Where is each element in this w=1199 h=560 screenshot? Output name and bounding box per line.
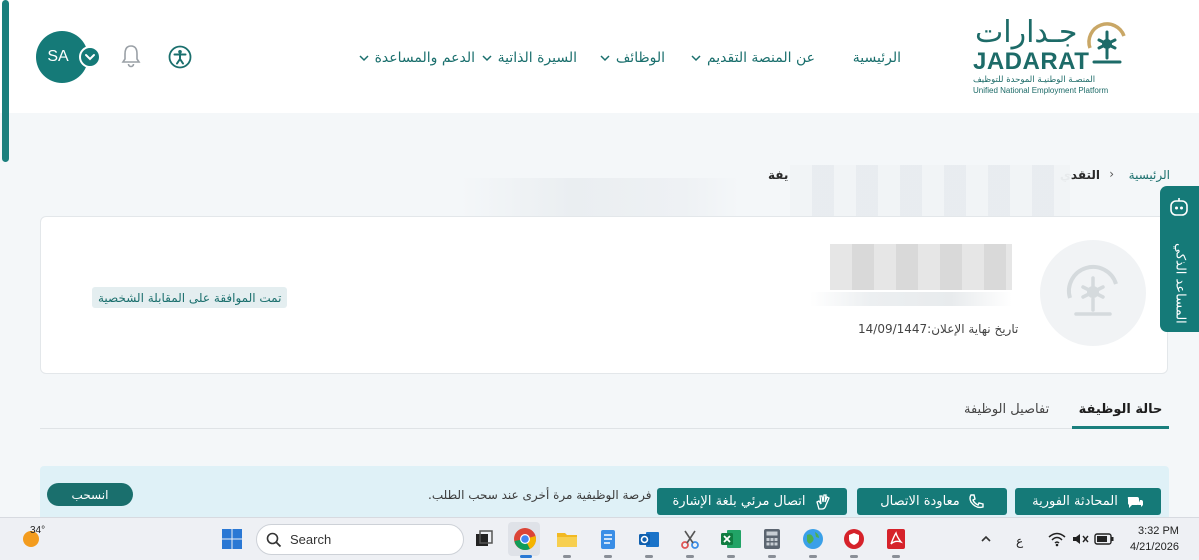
breadcrumb-home[interactable]: الرئيسية	[1129, 168, 1170, 182]
running-indicator	[727, 555, 735, 558]
chevron-down-icon	[482, 55, 492, 62]
running-indicator	[809, 555, 817, 558]
clock-date[interactable]: 4/21/2026	[1130, 541, 1179, 553]
outlook-icon[interactable]	[637, 527, 661, 551]
breadcrumb-separator: ›	[1109, 167, 1114, 181]
chevron-down-icon	[600, 55, 610, 62]
search-icon	[266, 532, 282, 548]
running-indicator	[520, 555, 532, 558]
clock-time[interactable]: 3:32 PM	[1138, 525, 1179, 537]
nav-support[interactable]: الدعم والمساعدة	[359, 46, 475, 70]
nav-about-label: عن المنصة	[751, 50, 815, 66]
wifi-icon[interactable]	[1048, 531, 1066, 547]
chat-icon	[1127, 496, 1143, 508]
scrollbar[interactable]	[2, 0, 9, 162]
avatar-menu-button[interactable]	[79, 46, 101, 68]
weather-temperature: 34°	[30, 525, 46, 536]
live-chat-button[interactable]: المحادثة الفورية	[1015, 488, 1161, 515]
tab-job-details[interactable]: تفاصيل الوظيفة	[964, 402, 1049, 417]
nav-home-label: الرئيسية	[852, 50, 901, 66]
nav-cv[interactable]: السيرة الذاتية	[482, 46, 577, 70]
start-icon[interactable]	[220, 527, 244, 551]
snipping-tool-icon[interactable]	[678, 527, 702, 551]
nav-about[interactable]: عن المنصة	[751, 46, 815, 70]
input-language[interactable]: ع	[1016, 534, 1023, 548]
excel-icon[interactable]	[719, 527, 743, 551]
running-indicator	[892, 555, 900, 558]
logo-arabic: جـدارات	[975, 15, 1078, 50]
security-app-icon[interactable]	[842, 527, 866, 551]
bell-icon[interactable]	[120, 43, 142, 69]
nav-home[interactable]: الرئيسية	[853, 46, 901, 70]
company-emblem-icon	[1066, 264, 1118, 316]
nav-apply[interactable]: التقديم	[691, 46, 747, 70]
chevron-down-icon	[359, 55, 369, 62]
nav-apply-label: التقديم	[706, 50, 747, 66]
logo-english: JADARAT	[973, 48, 1090, 75]
running-indicator	[645, 555, 653, 558]
pdf-reader-icon[interactable]	[884, 527, 908, 551]
chevron-up-icon[interactable]	[979, 532, 993, 546]
accessibility-icon[interactable]	[168, 45, 192, 69]
nav-jobs-label: الوظائف	[615, 50, 665, 66]
taskbar-search[interactable]	[256, 524, 464, 555]
nav-support-label: الدعم والمساعدة	[374, 50, 475, 66]
sign-language-button[interactable]: اتصال مرئي بلغة الإشارة	[657, 488, 847, 515]
file-explorer-icon[interactable]	[555, 527, 579, 551]
withdraw-button[interactable]: انسحب	[47, 483, 133, 506]
tabs-divider	[40, 428, 1169, 429]
taskbar-search-placeholder: Search	[290, 532, 332, 547]
notepad-icon[interactable]	[596, 527, 620, 551]
logo-subtitle-en: Unified National Employment Platform	[973, 86, 1109, 95]
smart-assistant-tab[interactable]: المساعد الذكي	[1160, 186, 1199, 332]
smart-assistant-label: المساعد الذكي	[1172, 242, 1188, 324]
breadcrumb-job: يفة	[768, 168, 789, 182]
deadline-text: تاريخ نهاية الإعلان:14/09/1447	[858, 322, 1019, 336]
callback-label: معاودة الاتصال	[880, 494, 960, 509]
running-indicator	[686, 555, 694, 558]
logo-subtitle-ar: المنصـة الوطنيـة الموحدة للتوظيف	[973, 75, 1096, 85]
chrome-icon	[514, 528, 536, 551]
running-indicator	[850, 555, 858, 558]
nav-cv-label: السيرة الذاتية	[497, 50, 577, 66]
robot-icon	[1170, 198, 1188, 216]
volume-muted-icon[interactable]	[1071, 531, 1089, 547]
redacted-company	[810, 292, 1012, 306]
calculator-icon[interactable]	[760, 527, 784, 551]
running-indicator	[768, 555, 776, 558]
running-indicator	[604, 555, 612, 558]
active-tab-indicator	[1072, 426, 1169, 429]
chevron-down-icon	[85, 54, 95, 61]
maps-globe-icon[interactable]	[801, 527, 825, 551]
task-view-icon[interactable]	[472, 527, 496, 551]
nav-jobs[interactable]: الوظائف	[600, 46, 665, 70]
sign-language-label: اتصال مرئي بلغة الإشارة	[672, 494, 806, 509]
running-indicator	[563, 555, 571, 558]
phone-icon	[969, 493, 984, 508]
callback-button[interactable]: معاودة الاتصال	[857, 488, 1007, 515]
status-badge: تمت الموافقة على المقابلة الشخصية	[92, 287, 288, 308]
chevron-down-icon	[691, 55, 701, 62]
redacted-job-title	[830, 244, 1012, 290]
redacted-area	[790, 165, 1070, 223]
battery-icon[interactable]	[1094, 532, 1114, 546]
notice-text: فرصة الوظيفية مرة أخرى عند سحب الطلب.	[428, 488, 652, 502]
live-chat-label: المحادثة الفورية	[1032, 494, 1118, 509]
tab-job-status[interactable]: حالة الوظيفة	[1072, 402, 1169, 417]
sign-language-icon	[815, 493, 830, 510]
logo-emblem-icon[interactable]	[1082, 18, 1132, 74]
main-nav: الرئيسية عن المنصة التقديم الوظائف السير…	[350, 46, 905, 70]
